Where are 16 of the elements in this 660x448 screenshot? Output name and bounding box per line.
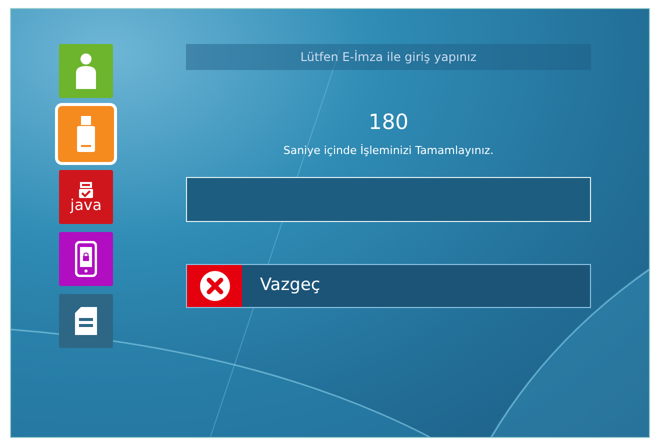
close-icon bbox=[198, 270, 230, 302]
cancel-button[interactable]: Vazgeç bbox=[186, 264, 591, 308]
sidebar-tile[interactable] bbox=[58, 106, 114, 162]
sidebar-tile[interactable] bbox=[59, 44, 113, 98]
header-bar: Lütfen E-İmza ile giriş yapınız bbox=[186, 44, 591, 70]
shield-check-icon bbox=[79, 182, 93, 198]
countdown-caption: Saniye içinde İşleminizi Tamamlayınız. bbox=[283, 143, 494, 160]
sidebar-tile[interactable] bbox=[59, 294, 113, 348]
person-icon bbox=[74, 53, 98, 89]
document-icon bbox=[75, 307, 97, 335]
usb-drive-icon bbox=[77, 116, 95, 152]
phone-lock-icon bbox=[75, 241, 97, 277]
sidebar-tile[interactable]: java bbox=[59, 170, 113, 224]
sidebar-tile[interactable] bbox=[59, 232, 113, 286]
countdown-number: 180 bbox=[367, 110, 410, 136]
input-field[interactable] bbox=[186, 176, 591, 222]
